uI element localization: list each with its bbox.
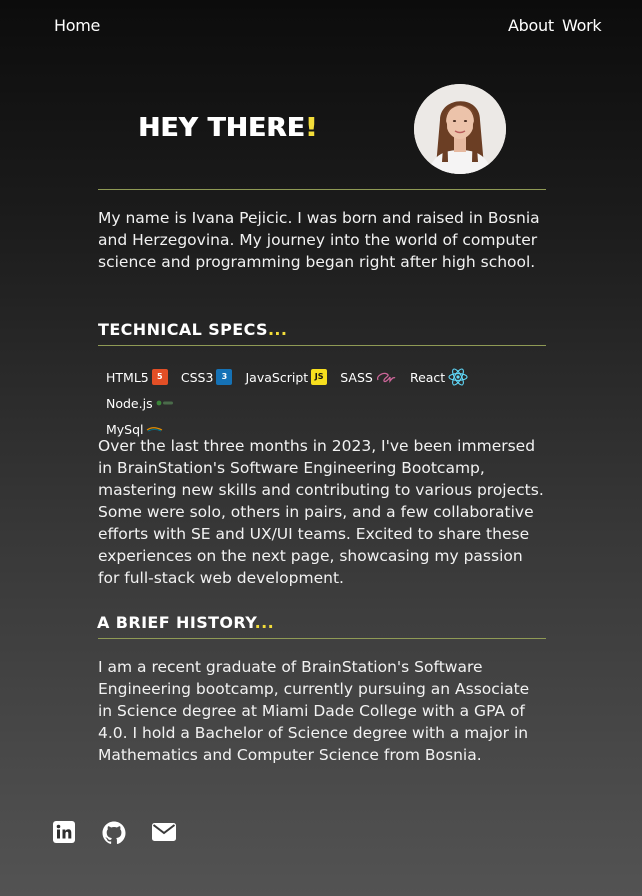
profile-avatar (414, 84, 506, 174)
nav-about-link[interactable]: About (508, 16, 554, 35)
sass-icon (376, 372, 396, 384)
divider-hero (98, 189, 546, 190)
skill-label: React (409, 369, 446, 385)
react-icon (448, 368, 468, 386)
github-link[interactable] (102, 821, 126, 845)
skill-label: SASS (340, 369, 373, 385)
skill-javascript: JavaScript JS (246, 366, 328, 388)
intro-paragraph: My name is Ivana Pejicic. I was born and… (98, 209, 540, 271)
technical-specs-title-accent: ... (267, 320, 288, 339)
email-icon (152, 823, 176, 841)
brief-history-title: A BRIEF HISTORY... (97, 613, 274, 632)
github-icon (102, 821, 126, 844)
linkedin-icon (53, 821, 75, 843)
profile-photo (414, 84, 506, 174)
skills-list: HTML5 5 CSS3 3 JavaScript JS SASS React … (106, 366, 546, 444)
history-paragraph: I am a recent graduate of BrainStation's… (98, 658, 530, 764)
bootcamp-paragraph: Over the last three months in 2023, I've… (98, 437, 544, 587)
nav-home-link[interactable]: Home (54, 16, 100, 35)
hero-title-accent: ! (304, 113, 318, 143)
nav-work-link[interactable]: Work (562, 16, 602, 35)
skill-css3: CSS3 3 (181, 366, 233, 388)
technical-specs-title: TECHNICAL SPECS... (98, 320, 287, 339)
divider-technical (98, 345, 546, 346)
linkedin-link[interactable] (53, 821, 75, 843)
technical-specs-title-text: TECHNICAL SPECS (98, 320, 268, 339)
mysql-icon (146, 427, 162, 432)
skill-label: JavaScript (245, 369, 309, 385)
nodejs-icon (156, 400, 173, 406)
hero-title: HEY THERE! (138, 113, 317, 143)
hero-title-text: HEY THERE (138, 113, 305, 143)
css3-icon: 3 (216, 369, 233, 385)
top-nav: Home About Work (0, 14, 642, 38)
skill-html5: HTML5 5 (106, 366, 168, 388)
divider-history (98, 638, 546, 639)
skill-label: CSS3 (180, 369, 214, 385)
email-link[interactable] (152, 821, 176, 843)
skill-label: Node.js (106, 395, 153, 411)
skill-label: HTML5 (106, 369, 149, 385)
skill-nodejs: Node.js (106, 392, 174, 414)
brief-history-title-accent: ... (254, 613, 275, 632)
skill-react: React (410, 366, 468, 388)
brief-history-title-text: A BRIEF HISTORY (97, 613, 255, 632)
javascript-icon: JS (311, 369, 328, 385)
skill-sass: SASS (340, 366, 397, 388)
html5-icon: 5 (151, 369, 168, 385)
